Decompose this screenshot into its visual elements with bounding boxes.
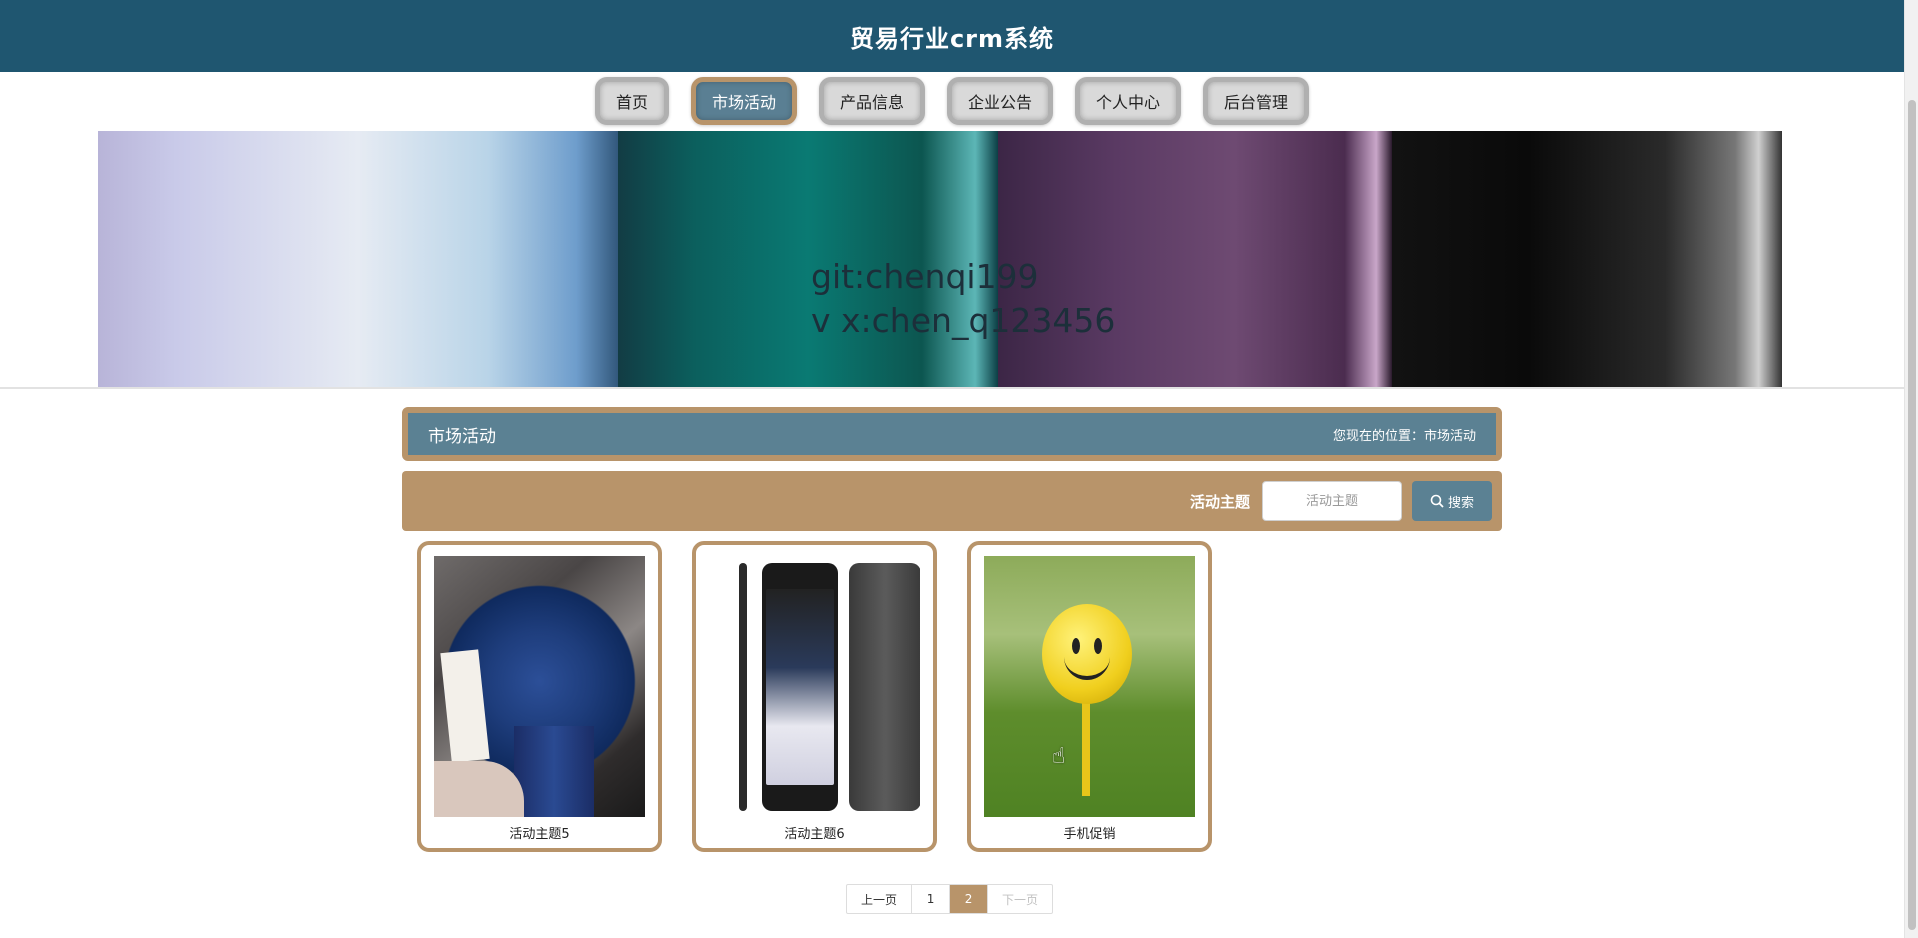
top-header: 贸易行业crm系统 bbox=[0, 0, 1904, 72]
banner-phone-panel bbox=[1392, 131, 1782, 387]
card-caption: 活动主题6 bbox=[784, 827, 845, 842]
nav-item-personal-center[interactable]: 个人中心 bbox=[1075, 77, 1182, 125]
card-image-detail bbox=[762, 563, 838, 811]
divider bbox=[0, 387, 1904, 389]
card-caption: 手机促销 bbox=[1063, 827, 1116, 842]
wristwatch-image bbox=[434, 556, 645, 817]
prev-page-button[interactable]: 上一页 bbox=[847, 885, 913, 913]
card-image-detail bbox=[440, 649, 490, 763]
search-button[interactable]: 搜索 bbox=[1412, 481, 1492, 521]
card-image-detail bbox=[766, 589, 834, 785]
nav-item-home[interactable]: 首页 bbox=[594, 77, 669, 125]
card-image-detail bbox=[514, 726, 594, 817]
card-image-detail bbox=[1042, 604, 1132, 704]
card-caption: 活动主题5 bbox=[509, 827, 570, 842]
nav-item-product-info[interactable]: 产品信息 bbox=[818, 77, 925, 125]
card-image-detail bbox=[434, 761, 524, 817]
page-number[interactable]: 1 bbox=[912, 885, 951, 913]
activity-list: 活动主题5 活动主题6 手机促销 bbox=[417, 541, 1212, 852]
banner-phone-panel bbox=[98, 131, 618, 387]
card-image-detail bbox=[1082, 696, 1090, 796]
search-button-label: 搜索 bbox=[1447, 495, 1474, 511]
search-bar: 活动主题 搜索 bbox=[402, 471, 1502, 531]
banner-line-2: v x:chen_q123456 bbox=[811, 301, 1116, 340]
nav-item-admin[interactable]: 后台管理 bbox=[1203, 77, 1310, 125]
card-image-detail bbox=[1072, 638, 1080, 654]
pagination: 上一页 1 2 下一页 bbox=[846, 884, 1054, 914]
nav-item-announcements[interactable]: 企业公告 bbox=[947, 77, 1054, 125]
card-image-detail bbox=[1094, 638, 1102, 654]
nav-item-label: 首页 bbox=[615, 93, 648, 112]
card-image-detail bbox=[739, 563, 747, 811]
card-image-detail bbox=[1064, 656, 1110, 680]
page-number-current[interactable]: 2 bbox=[950, 885, 989, 913]
breadcrumb-bar: 市场活动 您现在的位置：市场活动 bbox=[402, 407, 1502, 461]
nav-item-label: 企业公告 bbox=[968, 93, 1033, 112]
activity-card[interactable]: 手机促销 bbox=[967, 541, 1212, 852]
nav-item-label: 个人中心 bbox=[1096, 93, 1161, 112]
banner-line-1: git:chenqi199 bbox=[811, 257, 1039, 296]
smiley-golf-ball-image bbox=[984, 556, 1195, 817]
banner-carousel[interactable]: git:chenqi199 v x:chen_q123456 bbox=[98, 131, 1782, 387]
nav-item-market-activity[interactable]: 市场活动 bbox=[690, 77, 797, 125]
search-input[interactable] bbox=[1262, 481, 1402, 521]
activity-card[interactable]: 活动主题6 bbox=[692, 541, 937, 852]
nav-item-label: 后台管理 bbox=[1224, 93, 1289, 112]
nav-item-label: 市场活动 bbox=[711, 93, 776, 112]
smartphone-image bbox=[709, 556, 920, 817]
search-icon bbox=[1430, 494, 1444, 508]
scrollbar[interactable] bbox=[1904, 0, 1918, 938]
banner-watermark: git:chenqi199 v x:chen_q123456 bbox=[811, 255, 1115, 343]
section-title: 市场活动 bbox=[428, 426, 496, 447]
search-label: 活动主题 bbox=[1189, 492, 1250, 511]
page: 贸易行业crm系统 首页 市场活动 产品信息 企业公告 个人中心 后台管理 gi… bbox=[0, 0, 1918, 938]
app-title: 贸易行业crm系统 bbox=[849, 24, 1055, 53]
activity-card[interactable]: 活动主题5 bbox=[417, 541, 662, 852]
nav-item-label: 产品信息 bbox=[839, 93, 904, 112]
scrollbar-thumb[interactable] bbox=[1908, 100, 1916, 930]
main-nav: 首页 市场活动 产品信息 企业公告 个人中心 后台管理 bbox=[0, 77, 1904, 125]
breadcrumb: 您现在的位置：市场活动 bbox=[1332, 428, 1476, 444]
next-page-button[interactable]: 下一页 bbox=[988, 885, 1052, 913]
card-image-detail bbox=[849, 563, 920, 811]
